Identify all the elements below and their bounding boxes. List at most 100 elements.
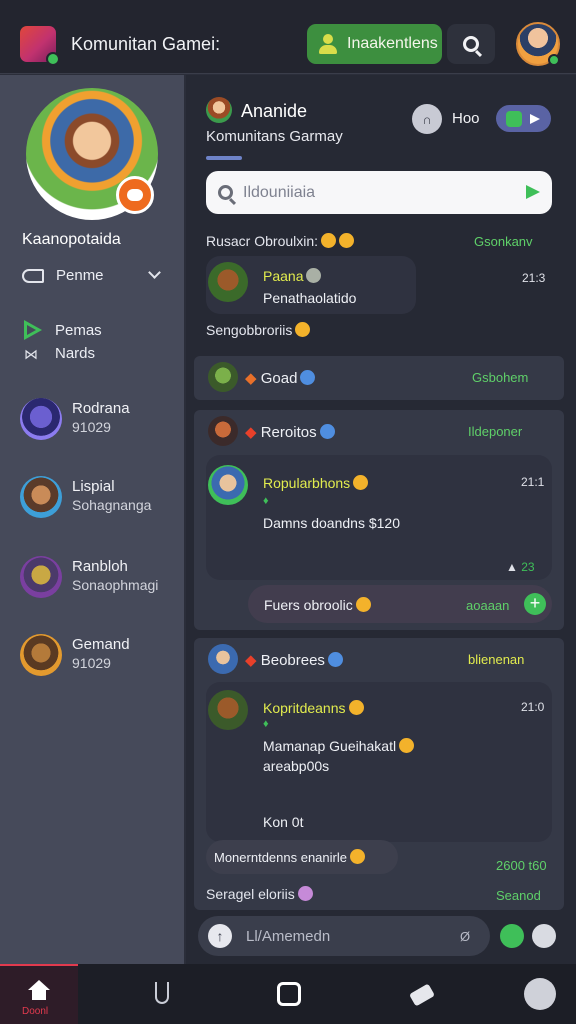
reply-text: Fuers obroolic bbox=[264, 597, 371, 613]
friend-name: Ranbloh bbox=[72, 558, 128, 575]
message-sub: ♦ bbox=[263, 718, 269, 730]
message-author-name: Paana bbox=[263, 268, 304, 284]
emoji-icon bbox=[348, 700, 364, 715]
emoji-icon bbox=[399, 738, 415, 753]
message-bubble[interactable] bbox=[206, 682, 552, 842]
chat-search-input[interactable] bbox=[243, 183, 503, 202]
thread-header: Rusacr Obroulxin: bbox=[206, 233, 355, 249]
sidebar-item-nards[interactable]: Nards bbox=[55, 345, 95, 362]
room-name: Ananide bbox=[241, 101, 308, 121]
reply-status: aoaaan bbox=[466, 598, 510, 613]
message-text: Damns doandns $120 bbox=[263, 515, 400, 531]
message-text: areabp00s bbox=[263, 758, 330, 774]
message-author: Paana bbox=[263, 268, 322, 284]
emoji-icon bbox=[355, 597, 371, 612]
profile-avatar[interactable] bbox=[516, 22, 560, 66]
search-icon bbox=[218, 185, 233, 200]
channel-title-text: Reroitos bbox=[260, 424, 317, 441]
controller-icon[interactable] bbox=[155, 982, 169, 1004]
message-avatar[interactable] bbox=[208, 690, 248, 730]
search-icon bbox=[463, 36, 479, 52]
verified-icon bbox=[327, 652, 343, 667]
tab-indicator bbox=[206, 156, 242, 160]
verified-icon bbox=[300, 370, 316, 385]
thread-footer-status: Seanod bbox=[496, 888, 541, 903]
verified-icon bbox=[319, 424, 335, 439]
message-author-name: Kopritdeanns bbox=[263, 700, 346, 716]
online-indicator bbox=[548, 54, 560, 66]
message-author: Kopritdeanns bbox=[263, 700, 364, 716]
message-avatar[interactable] bbox=[208, 262, 248, 302]
char-count: Ø bbox=[460, 928, 471, 944]
emoji-icon bbox=[349, 849, 365, 864]
sidebar-friend[interactable]: Rodrana 91029 bbox=[20, 398, 180, 444]
top-bar: Komunitan Gamei: Inaakentlens bbox=[0, 0, 576, 74]
message-avatar[interactable] bbox=[208, 465, 248, 505]
thread-footer-text: Seragel eloriis bbox=[206, 886, 295, 902]
emoji-icon bbox=[353, 475, 369, 490]
channel-avatar bbox=[208, 644, 238, 674]
flag-icon: ⋈ bbox=[24, 346, 38, 362]
chat-badge-icon[interactable] bbox=[116, 176, 154, 214]
thread-footer-text: Sengobbroriis bbox=[206, 322, 293, 338]
emoji-picker-icon[interactable] bbox=[532, 924, 556, 948]
attach-button[interactable]: ↑ bbox=[208, 924, 232, 948]
persona-dropdown[interactable]: Penme bbox=[22, 267, 104, 284]
reply-time: 2600 t60 bbox=[496, 858, 547, 873]
invite-button[interactable]: Inaakentlens bbox=[307, 24, 442, 64]
reaction-count[interactable]: ▲ 23 bbox=[506, 560, 535, 574]
search-button[interactable] bbox=[447, 24, 495, 64]
add-reaction-button[interactable]: + bbox=[524, 593, 546, 615]
chat-search bbox=[206, 171, 552, 214]
app-logo-icon[interactable] bbox=[20, 26, 60, 66]
friend-status: 91029 bbox=[72, 419, 111, 435]
flame-icon: ◆ bbox=[245, 424, 257, 441]
friend-name: Rodrana bbox=[72, 400, 130, 417]
channel-title-text: Goad bbox=[260, 370, 298, 387]
message-author: Ropularbhons bbox=[263, 475, 369, 491]
flame-icon: ◆ bbox=[245, 370, 257, 387]
message-input[interactable] bbox=[246, 927, 446, 945]
message-author-name: Ropularbhons bbox=[263, 475, 351, 491]
emoji-icon bbox=[295, 322, 311, 337]
room-avatar[interactable] bbox=[206, 97, 232, 123]
friend-avatar bbox=[20, 476, 62, 518]
message-text-line: Mamanap Gueihakatl bbox=[263, 738, 397, 754]
library-icon[interactable] bbox=[277, 982, 301, 1006]
sidebar-friend[interactable]: Lispial Sohagnanga bbox=[20, 476, 180, 522]
channel-title-text: Beobrees bbox=[260, 652, 325, 669]
friend-status: Sonaophmagi bbox=[72, 577, 159, 593]
friend-name: Gemand bbox=[72, 636, 130, 653]
channel-title: ◆ Goad bbox=[245, 369, 316, 387]
sidebar-friend[interactable]: Gemand 91029 bbox=[20, 634, 180, 680]
community-icon[interactable] bbox=[524, 978, 556, 1010]
flame-icon: ◆ bbox=[245, 652, 257, 669]
emoji-icon bbox=[321, 233, 337, 248]
channel-status: Ildeponer bbox=[468, 424, 523, 439]
friend-avatar bbox=[20, 398, 62, 440]
message-time: 21:1 bbox=[521, 475, 545, 489]
home-icon bbox=[28, 980, 50, 1000]
friend-name: Lispial bbox=[72, 478, 115, 495]
bottom-nav: Doonl bbox=[0, 964, 576, 1024]
thread-status: Gsonkanv bbox=[474, 234, 533, 249]
message-text: Penathaolatido bbox=[263, 290, 357, 306]
sidebar-item-pemas[interactable]: Pemas bbox=[55, 322, 102, 339]
thread-header-text: Rusacr Obroulxin: bbox=[206, 233, 319, 249]
app-title: Komunitan Gamei: bbox=[71, 34, 221, 54]
friend-avatar bbox=[20, 634, 62, 676]
mic-icon[interactable] bbox=[500, 924, 524, 948]
message-time: 21:3 bbox=[522, 271, 546, 285]
thread-footer: Seragel eloriis bbox=[206, 886, 313, 902]
invite-label: Inaakentlens bbox=[347, 35, 438, 52]
join-voice-button[interactable] bbox=[496, 105, 551, 132]
logo-badge bbox=[46, 52, 60, 66]
sidebar-username: Kaanopotaida bbox=[22, 231, 121, 248]
nav-home[interactable]: Doonl bbox=[0, 964, 78, 1024]
send-icon[interactable] bbox=[526, 185, 540, 199]
store-tag-icon[interactable] bbox=[408, 983, 436, 1007]
mute-button[interactable]: ∩ bbox=[412, 104, 442, 134]
sidebar-friend[interactable]: Ranbloh Sonaophmagi bbox=[20, 556, 180, 602]
channel-avatar bbox=[208, 362, 238, 392]
channel-avatar bbox=[208, 416, 238, 446]
